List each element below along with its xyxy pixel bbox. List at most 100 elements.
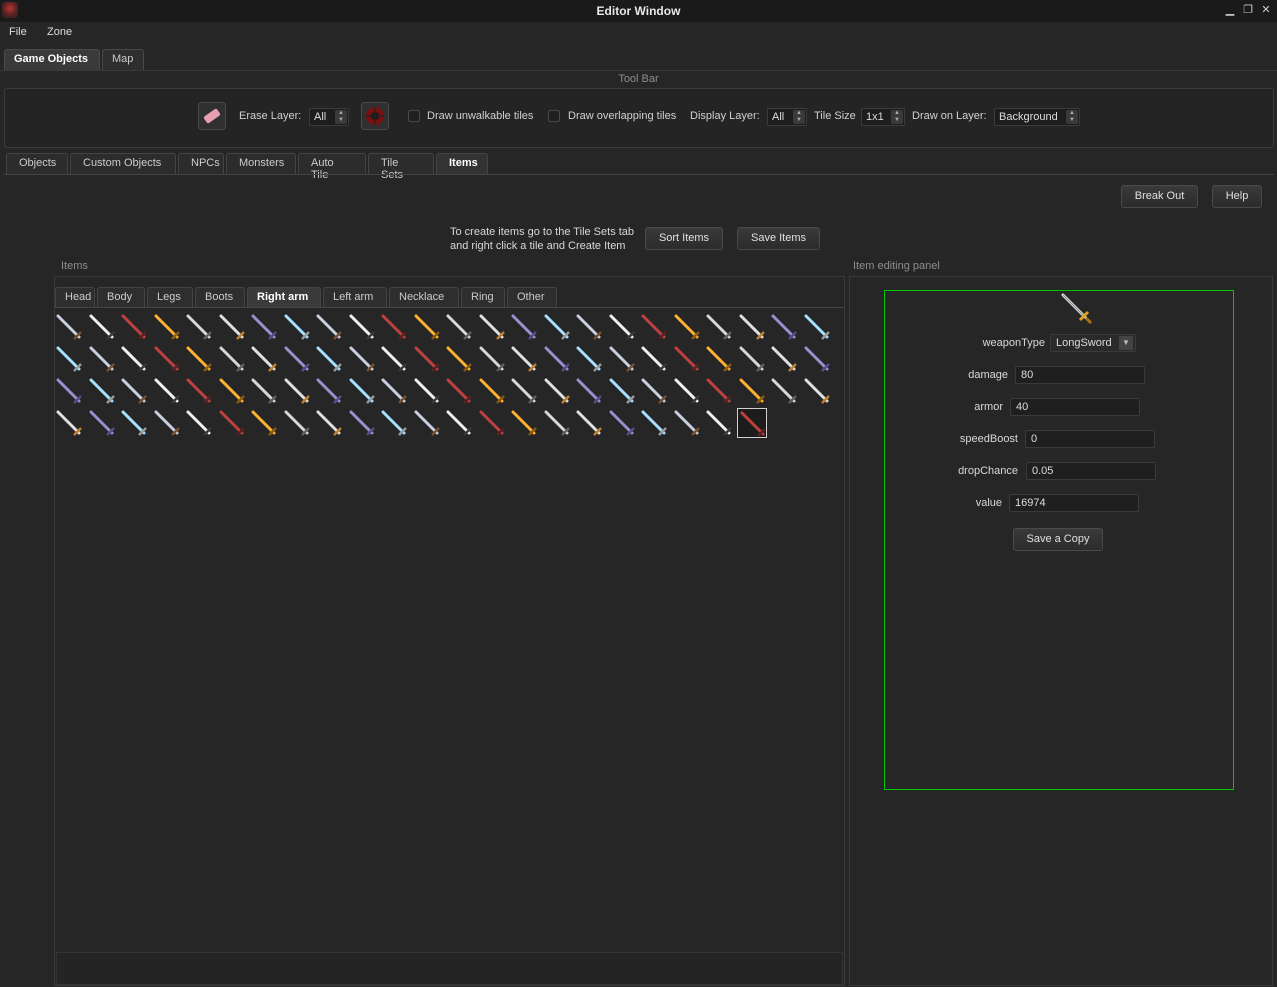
- item-icon[interactable]: [542, 312, 572, 342]
- break-out-button[interactable]: Break Out: [1121, 185, 1198, 208]
- item-icon[interactable]: [542, 408, 572, 438]
- sort-items-button[interactable]: Sort Items: [645, 227, 723, 250]
- item-icon[interactable]: [314, 408, 344, 438]
- item-icon[interactable]: [672, 344, 702, 374]
- display-layer-select[interactable]: All ▲ ▼: [767, 108, 807, 126]
- item-icon[interactable]: [639, 344, 669, 374]
- item-icon[interactable]: [217, 312, 247, 342]
- item-icon[interactable]: [574, 344, 604, 374]
- tab-game-objects[interactable]: Game Objects: [4, 49, 100, 70]
- item-icon[interactable]: [282, 376, 312, 406]
- item-icon[interactable]: [184, 408, 214, 438]
- item-icon[interactable]: [347, 312, 377, 342]
- item-icon[interactable]: [184, 376, 214, 406]
- item-icon[interactable]: [639, 312, 669, 342]
- menu-zone[interactable]: Zone: [47, 26, 72, 38]
- item-icon[interactable]: [184, 312, 214, 342]
- item-icon[interactable]: [347, 408, 377, 438]
- item-icon[interactable]: [737, 376, 767, 406]
- item-icon[interactable]: [607, 344, 637, 374]
- item-icon[interactable]: [282, 312, 312, 342]
- save-items-button[interactable]: Save Items: [737, 227, 820, 250]
- draw-overlapping-checkbox[interactable]: [548, 110, 560, 122]
- help-button[interactable]: Help: [1212, 185, 1262, 208]
- spinner-arrows-icon[interactable]: ▲ ▼: [891, 110, 903, 124]
- erase-layer-select[interactable]: All ▲ ▼: [309, 108, 349, 126]
- tab-left-arm[interactable]: Left arm: [323, 287, 387, 308]
- item-icon[interactable]: [314, 344, 344, 374]
- item-icon[interactable]: [412, 376, 442, 406]
- item-icon[interactable]: [217, 344, 247, 374]
- item-icon[interactable]: [509, 344, 539, 374]
- tab-tile-sets[interactable]: Tile Sets: [368, 153, 434, 181]
- item-icon[interactable]: [54, 376, 84, 406]
- spinner-arrows-icon[interactable]: ▲ ▼: [1066, 110, 1078, 124]
- menu-file[interactable]: File: [9, 26, 27, 38]
- item-icon[interactable]: [379, 408, 409, 438]
- item-icon[interactable]: [704, 376, 734, 406]
- item-icon[interactable]: [152, 408, 182, 438]
- item-icon[interactable]: [574, 408, 604, 438]
- item-icon[interactable]: [802, 344, 832, 374]
- item-icon-selected[interactable]: [736, 408, 767, 438]
- tab-items[interactable]: Items: [436, 153, 488, 174]
- item-icon[interactable]: [314, 312, 344, 342]
- spinner-arrows-icon[interactable]: ▲ ▼: [335, 110, 347, 124]
- tab-map[interactable]: Map: [102, 49, 144, 70]
- close-icon[interactable]: ✕: [1259, 3, 1273, 17]
- item-icon[interactable]: [737, 312, 767, 342]
- eraser-button[interactable]: [198, 102, 226, 130]
- item-icon[interactable]: [444, 312, 474, 342]
- item-icon[interactable]: [87, 344, 117, 374]
- tab-npcs[interactable]: NPCs: [178, 153, 224, 174]
- item-icon[interactable]: [217, 376, 247, 406]
- item-icon[interactable]: [152, 344, 182, 374]
- item-icon[interactable]: [249, 344, 279, 374]
- item-icon[interactable]: [639, 408, 669, 438]
- item-icon[interactable]: [444, 344, 474, 374]
- tab-necklace[interactable]: Necklace: [389, 287, 459, 308]
- item-icon[interactable]: [672, 376, 702, 406]
- item-icon[interactable]: [347, 344, 377, 374]
- drop-chance-input[interactable]: 0.05: [1026, 462, 1156, 480]
- item-icon[interactable]: [249, 376, 279, 406]
- item-icon[interactable]: [87, 408, 117, 438]
- item-icon[interactable]: [119, 344, 149, 374]
- item-icon[interactable]: [444, 408, 474, 438]
- item-icon[interactable]: [769, 312, 799, 342]
- item-icon[interactable]: [477, 312, 507, 342]
- item-icon[interactable]: [54, 312, 84, 342]
- eyedropper-button[interactable]: [361, 102, 389, 130]
- item-icon[interactable]: [54, 344, 84, 374]
- tab-custom-objects[interactable]: Custom Objects: [70, 153, 176, 174]
- item-icon[interactable]: [249, 408, 279, 438]
- item-icon[interactable]: [769, 376, 799, 406]
- item-icon[interactable]: [314, 376, 344, 406]
- item-icon[interactable]: [412, 408, 442, 438]
- damage-input[interactable]: 80: [1015, 366, 1145, 384]
- spinner-arrows-icon[interactable]: ▲ ▼: [793, 110, 805, 124]
- item-icon[interactable]: [152, 312, 182, 342]
- speed-boost-input[interactable]: 0: [1025, 430, 1155, 448]
- item-icon[interactable]: [119, 312, 149, 342]
- tab-boots[interactable]: Boots: [195, 287, 245, 308]
- tab-head[interactable]: Head: [55, 287, 95, 308]
- item-icon[interactable]: [704, 344, 734, 374]
- item-icon[interactable]: [54, 408, 84, 438]
- item-icon[interactable]: [477, 408, 507, 438]
- item-icon[interactable]: [217, 408, 247, 438]
- item-icon[interactable]: [672, 408, 702, 438]
- item-icon[interactable]: [119, 376, 149, 406]
- item-icon[interactable]: [672, 312, 702, 342]
- item-icon[interactable]: [282, 344, 312, 374]
- tab-other[interactable]: Other: [507, 287, 557, 308]
- item-icon[interactable]: [802, 376, 832, 406]
- item-icon[interactable]: [412, 312, 442, 342]
- item-icon[interactable]: [282, 408, 312, 438]
- item-icon[interactable]: [704, 312, 734, 342]
- item-icon[interactable]: [542, 344, 572, 374]
- item-icon[interactable]: [607, 312, 637, 342]
- restore-icon[interactable]: ❐: [1241, 3, 1255, 17]
- item-icon[interactable]: [379, 344, 409, 374]
- item-icon[interactable]: [119, 408, 149, 438]
